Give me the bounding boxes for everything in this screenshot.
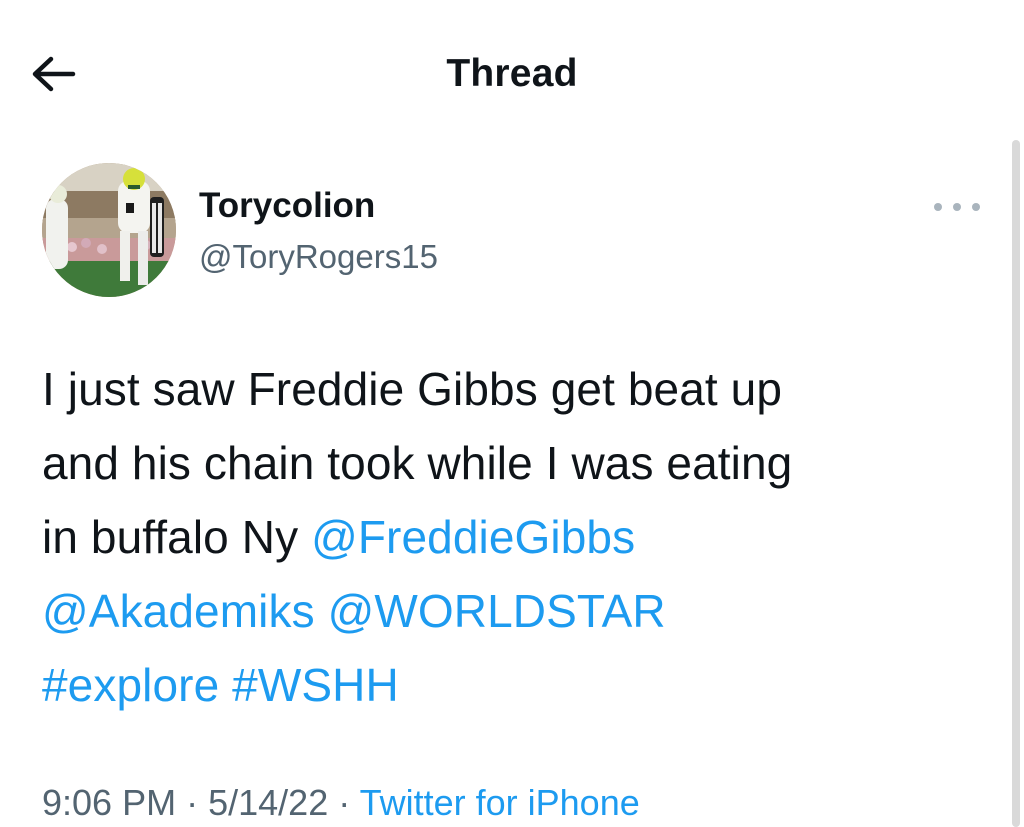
tweet-text-line: in buffalo Ny @FreddieGibbs	[42, 500, 952, 574]
tweet-source-link[interactable]: Twitter for iPhone	[360, 782, 640, 823]
hashtag-link-wshh[interactable]: #WSHH	[232, 659, 399, 711]
tweet-text: I just saw Freddie Gibbs get beat up and…	[42, 352, 952, 722]
meta-separator: ·	[338, 782, 351, 823]
mention-link-freddiegibbs[interactable]: @FreddieGibbs	[311, 511, 635, 563]
mention-link-akademiks[interactable]: @Akademiks	[42, 585, 315, 637]
more-horizontal-icon	[934, 203, 942, 211]
tweet-time[interactable]: 9:06 PM	[42, 782, 176, 823]
tweet-metadata: 9:06 PM · 5/14/22 · Twitter for iPhone	[42, 782, 640, 824]
more-horizontal-icon	[972, 203, 980, 211]
tweet-text-line: #explore #WSHH	[42, 648, 952, 722]
hashtag-link-explore[interactable]: #explore	[42, 659, 219, 711]
tweet-text-line: and his chain took while I was eating	[42, 437, 793, 489]
avatar[interactable]	[42, 163, 176, 297]
author-display-name[interactable]: Torycolion	[199, 186, 375, 226]
tweet-text-line: @Akademiks @WORLDSTAR	[42, 574, 952, 648]
thread-header: Thread	[0, 0, 1024, 140]
more-horizontal-icon	[953, 203, 961, 211]
page-title: Thread	[446, 52, 578, 95]
scrollbar[interactable]	[1012, 140, 1020, 827]
tweet-date[interactable]: 5/14/22	[208, 782, 328, 823]
meta-separator: ·	[186, 782, 199, 823]
more-options-button[interactable]	[934, 194, 980, 220]
mention-link-worldstar[interactable]: @WORLDSTAR	[328, 585, 666, 637]
football-player-photo	[42, 163, 176, 297]
author-handle[interactable]: @ToryRogers15	[199, 238, 438, 276]
tweet-text-segment: in buffalo Ny	[42, 511, 299, 563]
tweet-text-line: I just saw Freddie Gibbs get beat up	[42, 363, 783, 415]
